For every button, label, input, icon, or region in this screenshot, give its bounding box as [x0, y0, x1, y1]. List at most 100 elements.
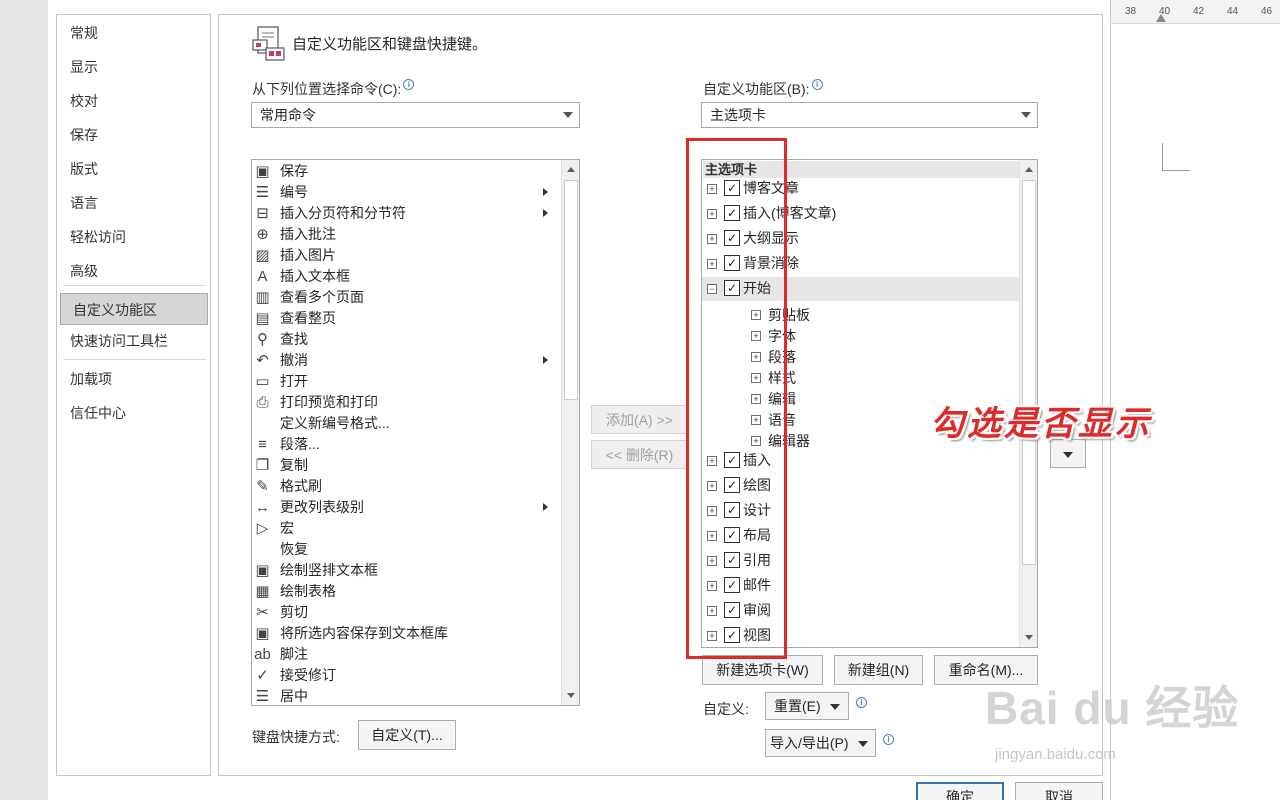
command-list-item[interactable]: ✎ 格式刷: [252, 476, 562, 497]
command-label: 恢复: [280, 541, 308, 557]
ruler-indent-marker[interactable]: [1156, 14, 1166, 22]
command-list-item[interactable]: ▣ 绘制竖排文本框: [252, 560, 562, 581]
ruler-tick-label: 46: [1261, 6, 1273, 17]
scroll-up-icon[interactable]: [1021, 161, 1037, 178]
reset-dropdown-button[interactable]: 重置(E): [765, 692, 849, 720]
print-preview-icon: ⎙: [256, 394, 269, 411]
nav-item[interactable]: 信任中心: [58, 397, 209, 429]
full-page-icon: ▤: [255, 310, 270, 327]
new-tab-button[interactable]: 新建选项卡(W): [702, 655, 823, 685]
nav-item[interactable]: 自定义功能区: [60, 293, 208, 325]
scrollbar-thumb[interactable]: [564, 180, 578, 400]
choose-commands-combo[interactable]: 常用命令: [251, 102, 580, 128]
command-list-item[interactable]: ⊕ 插入批注: [252, 224, 562, 245]
ruler-tick-label: 38: [1125, 6, 1137, 17]
customize-shortcuts-button[interactable]: 自定义(T)...: [358, 720, 456, 750]
command-list-item[interactable]: ▣ 保存: [252, 161, 562, 182]
command-label: 居中: [280, 688, 308, 704]
nav-item[interactable]: 版式: [58, 153, 209, 185]
command-list-item[interactable]: ⚲ 查找: [252, 329, 562, 350]
scroll-down-icon[interactable]: [563, 687, 579, 704]
command-list-item[interactable]: ▦ 绘制表格: [252, 581, 562, 602]
command-list-item[interactable]: ☰ 居中: [252, 686, 562, 705]
page-break-icon: ⊟: [256, 205, 269, 222]
customize-ribbon-combo[interactable]: 主选项卡: [701, 102, 1038, 128]
horizontal-ruler: 38 40 42 44 46: [1111, 0, 1280, 24]
command-list-item[interactable]: ↔ 更改列表级别: [252, 497, 562, 518]
scroll-up-icon[interactable]: [563, 161, 579, 178]
remove-button[interactable]: << 删除(R): [591, 440, 688, 469]
command-list-item[interactable]: ✂ 剪切: [252, 602, 562, 623]
command-label: 宏: [280, 520, 294, 536]
command-list-item[interactable]: A 插入文本框: [252, 266, 562, 287]
command-label: 接受修订: [280, 667, 336, 683]
command-label: 查找: [280, 331, 308, 347]
customize-ribbon-value: 主选项卡: [710, 107, 766, 123]
command-list-item[interactable]: 恢复: [252, 539, 562, 560]
nav-item[interactable]: 保存: [58, 119, 209, 151]
open-icon: ▭: [255, 373, 270, 390]
info-icon[interactable]: i: [883, 734, 894, 745]
command-label: 撤消: [280, 352, 308, 368]
info-icon[interactable]: i: [403, 79, 415, 90]
command-label: 插入文本框: [280, 268, 350, 284]
commands-listbox[interactable]: ▣ 保存 ☰ 编号 ⊟ 插入分页符和分节符 ⊕ 插入批注 ▨ 插入图片 A 插入文本框 ▥ 查看多个页面 ▤…: [251, 159, 580, 706]
command-label: 格式刷: [280, 478, 322, 494]
nav-item[interactable]: 显示: [58, 51, 209, 83]
command-list-item[interactable]: ☰ 编号: [252, 182, 562, 203]
watermark-url: jingyan.baidu.com: [995, 746, 1116, 763]
scroll-down-icon[interactable]: [1021, 629, 1037, 646]
copy-icon: ❐: [255, 457, 270, 474]
import-export-button[interactable]: 导入/导出(P): [765, 729, 876, 757]
chevron-down-icon: [830, 704, 840, 710]
command-list-item[interactable]: ⊟ 插入分页符和分节符: [252, 203, 562, 224]
command-list-item[interactable]: ▨ 插入图片: [252, 245, 562, 266]
nav-item[interactable]: 高级: [58, 255, 209, 287]
add-button[interactable]: 添加(A) >>: [591, 405, 688, 434]
command-label: 将所选内容保存到文本框库: [280, 625, 448, 641]
nav-item[interactable]: 快速访问工具栏: [58, 325, 209, 357]
commands-scrollbar[interactable]: [561, 160, 579, 705]
scrollbar-thumb[interactable]: [1022, 180, 1036, 565]
command-list-item[interactable]: ✓ 接受修订: [252, 665, 562, 686]
nav-item[interactable]: 语言: [58, 187, 209, 219]
command-list-item[interactable]: ▭ 打开: [252, 371, 562, 392]
textbox-icon: A: [257, 268, 268, 285]
nav-item[interactable]: 常规: [58, 17, 209, 49]
info-icon[interactable]: i: [856, 697, 867, 708]
command-list-item[interactable]: ↶ 撤消: [252, 350, 562, 371]
baidu-jingyan-watermark: Bai du 经验 jingyan.baidu.com: [985, 668, 1255, 778]
chevron-down-icon: [563, 112, 573, 118]
chevron-down-icon: [1021, 112, 1031, 118]
command-list-item[interactable]: 定义新编号格式...: [252, 413, 562, 434]
nav-item[interactable]: 校对: [58, 85, 209, 117]
new-group-button[interactable]: 新建组(N): [834, 655, 923, 685]
info-icon[interactable]: i: [811, 79, 823, 90]
command-list-item[interactable]: ▤ 查看整页: [252, 308, 562, 329]
customize-ribbon-icon: [252, 26, 286, 62]
command-list-item[interactable]: ≡ 段落...: [252, 434, 562, 455]
command-list-item[interactable]: ab 脚注: [252, 644, 562, 665]
nav-separator: [63, 285, 206, 286]
ruler-tick-label: 44: [1227, 6, 1239, 17]
annotation-text: 勾选是否显示: [930, 404, 1152, 444]
command-list-item[interactable]: ▥ 查看多个页面: [252, 287, 562, 308]
command-label: 查看整页: [280, 310, 336, 326]
nav-item[interactable]: 轻松访问: [58, 221, 209, 253]
macro-icon: ▷: [256, 520, 269, 537]
vertical-textbox-icon: ▣: [255, 562, 270, 579]
command-label: 段落...: [280, 436, 320, 452]
command-list-item[interactable]: ⎙ 打印预览和打印: [252, 392, 562, 413]
customize-ribbon-label: 自定义功能区(B): i: [703, 79, 823, 99]
command-list-item[interactable]: ▷ 宏: [252, 518, 562, 539]
command-list-item[interactable]: ❐ 复制: [252, 455, 562, 476]
command-label: 插入图片: [280, 247, 336, 263]
ok-button[interactable]: 确定: [916, 782, 1004, 800]
command-label: 定义新编号格式...: [280, 415, 390, 431]
cancel-button[interactable]: 取消: [1015, 782, 1103, 800]
command-list-item[interactable]: ▣ 将所选内容保存到文本框库: [252, 623, 562, 644]
nav-item[interactable]: 加载项: [58, 363, 209, 395]
paragraph-icon: ≡: [258, 436, 267, 453]
command-label: 复制: [280, 457, 308, 473]
command-label: 编号: [280, 184, 308, 200]
